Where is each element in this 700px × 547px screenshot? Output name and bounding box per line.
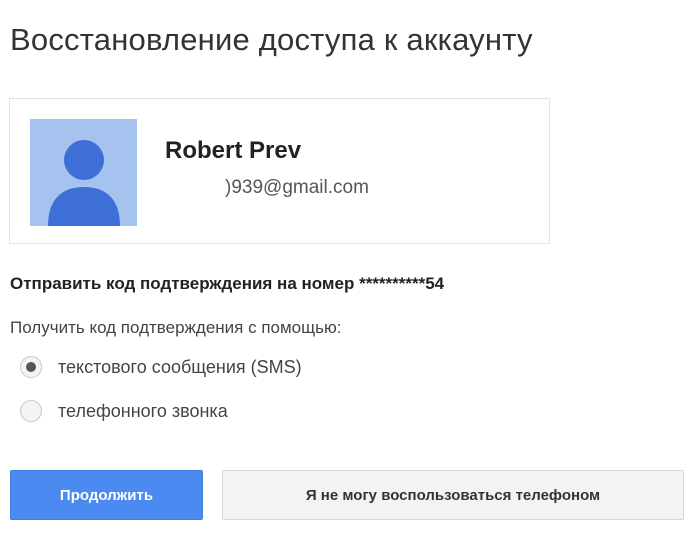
no-phone-access-button[interactable]: Я не могу воспользоваться телефоном [222,470,684,520]
account-name: Robert Prev [165,137,302,164]
radio-selected-dot [26,362,36,372]
radio-label-sms: текстового сообщения (SMS) [58,356,302,377]
radio-label-call: телефонного звонка [58,400,228,421]
user-silhouette-icon [48,140,120,226]
account-card: Robert Prev )939@gmail.com [9,98,550,244]
send-code-phone-text: Отправить код подтверждения на номер ***… [10,274,445,293]
continue-button[interactable]: Продолжить [10,470,203,520]
avatar [30,119,137,226]
radio-option-sms[interactable]: текстового сообщения (SMS) [20,353,302,381]
account-recovery-page: Восстановление доступа к аккаунту Robert… [0,0,700,547]
receive-method-label: Получить код подтверждения с помощью: [10,318,342,337]
page-title: Восстановление доступа к аккаунту [10,22,533,57]
radio-option-call[interactable]: телефонного звонка [20,397,228,425]
radio-button-sms[interactable] [20,356,42,378]
radio-button-call[interactable] [20,400,42,422]
account-email: )939@gmail.com [225,177,369,198]
